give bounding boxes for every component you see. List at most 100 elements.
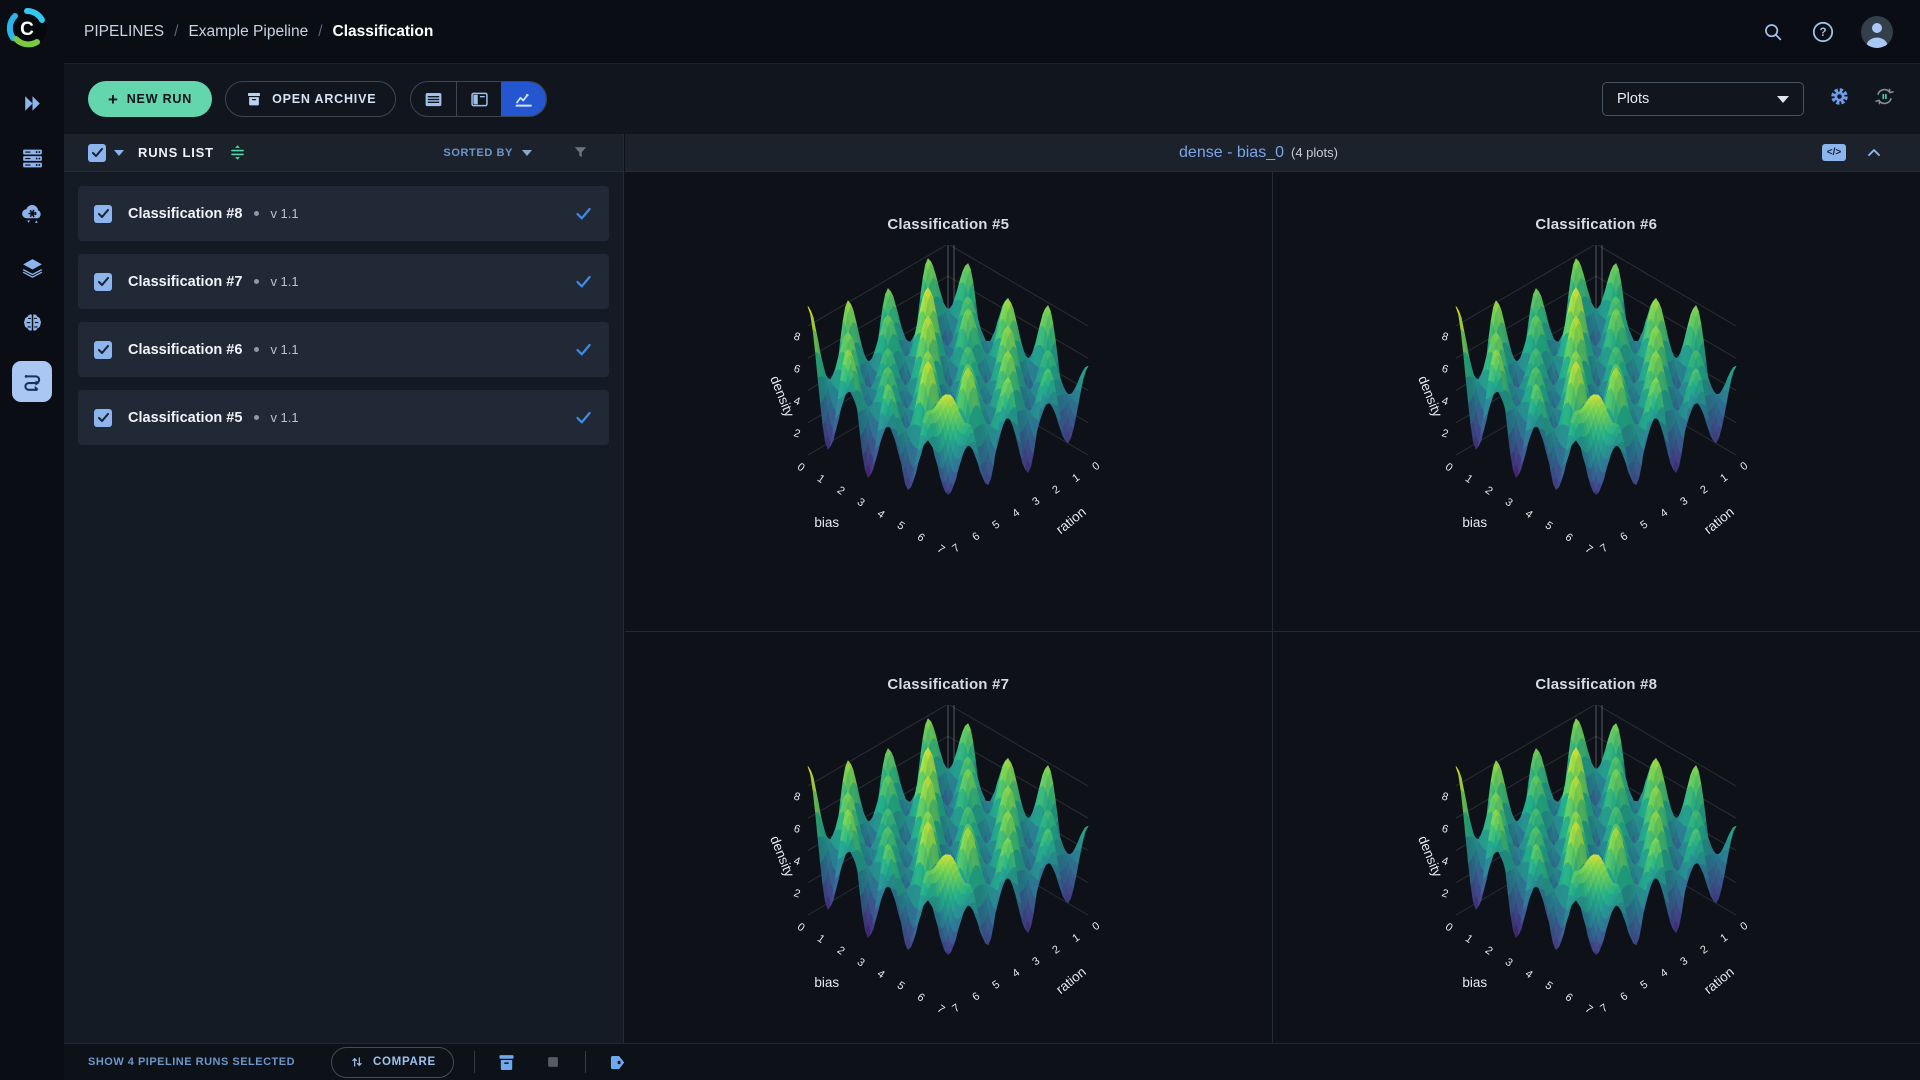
- cloud-gear-icon: [20, 201, 45, 226]
- run-checkbox[interactable]: [94, 341, 112, 359]
- search-button[interactable]: [1760, 19, 1786, 45]
- new-run-button[interactable]: + NEW RUN: [88, 81, 212, 117]
- runs-panel: RUNS LIST SORTED BY Classification #8 v …: [64, 134, 624, 1043]
- surface-plot[interactable]: [638, 245, 1258, 597]
- run-name: Classification #5: [128, 410, 242, 426]
- add-tag-button[interactable]: [606, 1050, 630, 1074]
- toolbar-right: Plots: [1602, 82, 1896, 116]
- plots-count: (4 plots): [1291, 145, 1338, 160]
- svg-text:?: ?: [1819, 27, 1826, 39]
- run-checkbox[interactable]: [94, 409, 112, 427]
- run-status-dot: [254, 415, 259, 420]
- chevron-up-icon: [1864, 143, 1884, 163]
- open-archive-button[interactable]: OPEN ARCHIVE: [225, 81, 396, 117]
- plot-title: Classification #7: [625, 676, 1272, 693]
- plot-panel: Classification #5: [625, 172, 1273, 632]
- select-all-checkbox[interactable]: [88, 144, 106, 162]
- plot-panel: Classification #8: [1273, 632, 1920, 1043]
- clearml-logo[interactable]: C: [6, 7, 48, 49]
- user-avatar[interactable]: [1860, 15, 1894, 49]
- table-view-button[interactable]: [411, 82, 456, 116]
- sidebar-item-models[interactable]: [14, 305, 50, 341]
- run-version: v 1.1: [270, 274, 298, 289]
- plot-panel: Classification #6: [1273, 172, 1920, 632]
- double-chevron-icon: [20, 91, 45, 116]
- breadcrumb: PIPELINES / Example Pipeline / Classific…: [84, 23, 433, 41]
- abort-button-disabled: [541, 1050, 565, 1074]
- archive-icon: [245, 90, 263, 108]
- view-mode-toggle: [410, 81, 547, 117]
- divider: [474, 1051, 475, 1073]
- compare-label: COMPARE: [373, 1056, 436, 1068]
- help-button[interactable]: ?: [1810, 19, 1836, 45]
- check-icon: [91, 146, 104, 159]
- surface-plot[interactable]: [1286, 705, 1906, 1043]
- breadcrumb-separator: /: [174, 23, 178, 41]
- selected-check-icon: [574, 204, 593, 223]
- runs-list: Classification #8 v 1.1 Classification #…: [64, 172, 623, 472]
- tag-icon: [607, 1052, 628, 1073]
- tune-columns-button[interactable]: [228, 143, 247, 162]
- plot-panel: Classification #7: [625, 632, 1273, 1043]
- split-view-icon: [469, 89, 490, 110]
- run-name: Classification #8: [128, 206, 242, 222]
- surface-plot[interactable]: [1286, 245, 1906, 597]
- collapse-group-button[interactable]: [1864, 143, 1884, 163]
- run-row[interactable]: Classification #6 v 1.1: [78, 322, 609, 377]
- run-name: Classification #7: [128, 274, 242, 290]
- table-view-icon: [423, 89, 444, 110]
- run-row[interactable]: Classification #7 v 1.1: [78, 254, 609, 309]
- sidebar-item-cloud[interactable]: [14, 195, 50, 231]
- embed-code-button[interactable]: </>: [1822, 144, 1846, 161]
- auto-refresh-button[interactable]: [1873, 85, 1896, 113]
- help-icon: ?: [1811, 20, 1835, 44]
- plot-title: Classification #8: [1273, 676, 1920, 693]
- plots-grid: Classification #5 Classification #6 Clas…: [625, 172, 1920, 1043]
- surface-plot[interactable]: [638, 705, 1258, 1043]
- run-version: v 1.1: [270, 410, 298, 425]
- select-dropdown-caret[interactable]: [114, 150, 124, 156]
- runs-panel-header: RUNS LIST SORTED BY: [64, 134, 623, 172]
- split-view-button[interactable]: [456, 82, 501, 116]
- plot-title: Classification #6: [1273, 216, 1920, 233]
- chart-view-button-active[interactable]: [501, 82, 546, 116]
- sorted-by-caret[interactable]: [522, 150, 532, 156]
- compare-button[interactable]: COMPARE: [331, 1047, 454, 1078]
- auto-refresh-icon: [1873, 85, 1896, 108]
- sidebar-item-datasets[interactable]: [14, 250, 50, 286]
- selected-check-icon: [574, 272, 593, 291]
- filter-funnel-icon: [572, 144, 589, 161]
- sidebar-item-queues[interactable]: [14, 140, 50, 176]
- dropdown-value: Plots: [1617, 91, 1649, 107]
- top-bar: PIPELINES / Example Pipeline / Classific…: [64, 0, 1920, 64]
- chart-view-icon: [513, 89, 534, 110]
- run-name: Classification #6: [128, 342, 242, 358]
- run-row[interactable]: Classification #8 v 1.1: [78, 186, 609, 241]
- breadcrumb-pipelines[interactable]: PIPELINES: [84, 23, 164, 41]
- filter-button[interactable]: [572, 144, 589, 161]
- metric-type-dropdown[interactable]: Plots: [1602, 82, 1804, 116]
- selected-check-icon: [574, 340, 593, 359]
- run-checkbox[interactable]: [94, 273, 112, 291]
- sidebar-item-projects[interactable]: [14, 85, 50, 121]
- run-status-dot: [254, 347, 259, 352]
- check-icon: [97, 411, 110, 424]
- brain-icon: [20, 311, 45, 336]
- compare-icon: [349, 1054, 365, 1070]
- run-checkbox[interactable]: [94, 205, 112, 223]
- plot-title: Classification #5: [625, 216, 1272, 233]
- breadcrumb-project[interactable]: Example Pipeline: [188, 23, 308, 41]
- plus-icon: +: [108, 91, 119, 108]
- selected-check-icon: [574, 408, 593, 427]
- plots-area: dense - bias_0 (4 plots) </> Classificat…: [625, 134, 1920, 1043]
- archive-selected-button[interactable]: [495, 1050, 519, 1074]
- archive-icon: [496, 1052, 517, 1073]
- sidebar-item-pipelines-active[interactable]: [12, 361, 52, 402]
- plots-group-header: dense - bias_0 (4 plots) </>: [625, 134, 1920, 172]
- stop-icon: [544, 1053, 562, 1071]
- plots-group-title: dense - bias_0: [1179, 144, 1284, 162]
- settings-button[interactable]: [1828, 85, 1851, 113]
- topbar-actions: ?: [1760, 15, 1894, 49]
- run-row[interactable]: Classification #5 v 1.1: [78, 390, 609, 445]
- run-version: v 1.1: [270, 206, 298, 221]
